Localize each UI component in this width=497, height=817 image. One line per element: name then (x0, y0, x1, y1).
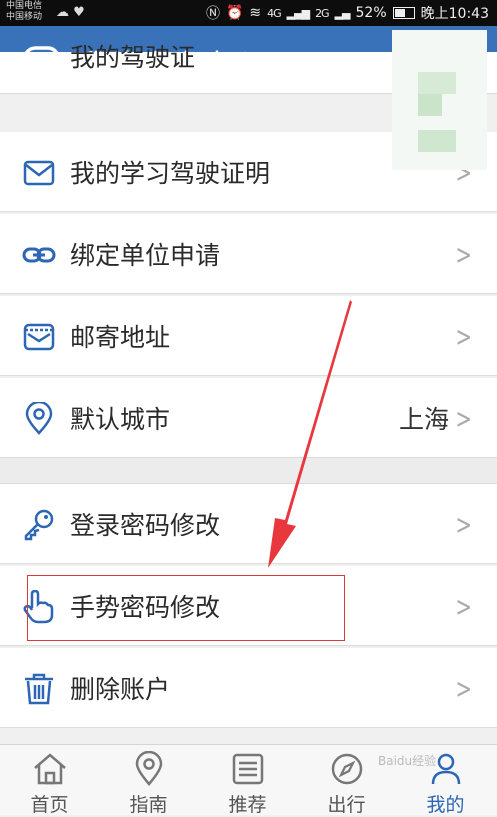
annotation-arrow-icon (268, 300, 352, 568)
watermark-logo-icon: Baidu经验 (378, 754, 437, 768)
